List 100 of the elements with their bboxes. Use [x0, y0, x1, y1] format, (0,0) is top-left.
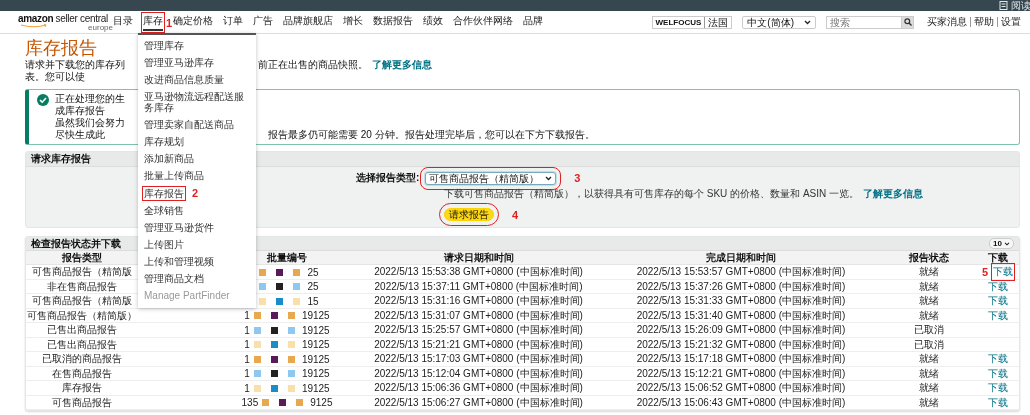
nav-item[interactable]: 数据报告	[373, 13, 413, 29]
alert-text: 正在处理您的生成库存报告	[55, 93, 126, 117]
download-link[interactable]: 下载	[993, 265, 1014, 279]
table-cell-text: 2022/5/13 15:37:26 GMT+0800 (中国标准时间)	[635, 279, 847, 294]
callout-number: 3	[574, 172, 581, 184]
table-cell: 19125	[301, 324, 330, 336]
download-link[interactable]: 下载	[987, 294, 1008, 308]
table-cell-text: 2022/5/13 15:31:33 GMT+0800 (中国标准时间)	[635, 294, 847, 308]
report-type-label: 选择报告类型:	[356, 171, 420, 185]
table-cell-text: 非在售商品报告	[46, 279, 118, 294]
menu-item[interactable]: 管理亚马逊货件	[144, 222, 214, 233]
table-cell-text: 已取消的商品报告	[41, 352, 123, 366]
table-cell: 25	[307, 281, 319, 292]
nav-item[interactable]: 品牌旗舰店	[283, 13, 333, 29]
table-cell: 15	[307, 295, 319, 307]
menu-item[interactable]: 上传图片	[144, 239, 184, 250]
table-cell-text: 2022/5/13 15:21:32 GMT+0800 (中国标准时间)	[635, 337, 847, 352]
callout-number: 1	[165, 17, 172, 29]
learn-more-link[interactable]: 了解更多信息	[372, 59, 432, 71]
header-link[interactable]: 买家消息	[924, 17, 970, 27]
nav-item[interactable]: 目录	[113, 13, 133, 29]
table-cell-text: 2022/5/13 15:17:18 GMT+0800 (中国标准时间)	[635, 352, 847, 366]
callout-number: 5	[981, 266, 989, 278]
table-cell-text: 已售出商品报告	[46, 337, 118, 352]
table-cell-text: 2022/5/13 15:25:57 GMT+0800 (中国标准时间)	[373, 323, 584, 337]
menu-item[interactable]: 上传和管理视频	[144, 256, 214, 267]
menu-item[interactable]: 改进商品信息质量	[144, 74, 224, 85]
table-cell-text: 就绪	[917, 279, 940, 294]
table-cell: 9125	[310, 397, 333, 408]
nav-item[interactable]: 品牌	[523, 13, 543, 29]
chevron-down-icon	[804, 19, 811, 25]
menu-item[interactable]: 批量上传商品	[144, 170, 204, 181]
menu-item[interactable]: 管理卖家自配送商品	[144, 119, 234, 130]
section-title: 请求库存报告	[31, 152, 91, 166]
table-cell-text: 2022/5/13 15:37:11 GMT+0800 (中国标准时间)	[373, 279, 584, 294]
reader-label[interactable]: 阅读	[1011, 0, 1030, 11]
learn-more-link[interactable]: 了解更多信息	[863, 188, 923, 199]
table-cell-text: 2022/5/13 15:53:38 GMT+0800 (中国标准时间)	[373, 265, 584, 279]
account-switcher[interactable]: WELFOCUS 法国	[651, 15, 733, 29]
column-header: 请求日期和时间	[443, 252, 514, 263]
download-link[interactable]: 下载	[987, 366, 1008, 381]
page-size-select[interactable]: 10	[989, 238, 1014, 249]
alert-text: 虽然我们会努力尽快生成此	[55, 117, 126, 141]
menu-item[interactable]: 管理库存	[144, 40, 184, 51]
column-header: 报告类型	[62, 252, 102, 263]
menu-item[interactable]: 全球销售	[144, 205, 184, 216]
intro-text: 请求并下载您的库存列表。您可以使	[25, 59, 126, 83]
download-link[interactable]: 下载	[987, 352, 1008, 366]
table-cell: 1	[244, 310, 250, 321]
menu-item[interactable]: 亚马逊物流远程配送服务库存	[144, 91, 250, 113]
search-button[interactable]	[902, 15, 914, 29]
table-cell-text: 2022/5/13 15:06:27 GMT+0800 (中国标准时间)	[373, 395, 584, 410]
table-cell-text: 就绪	[917, 265, 940, 279]
nav-item[interactable]: 绩效	[423, 13, 443, 29]
language-select[interactable]: 中文(简体)	[742, 15, 816, 29]
table-cell-text: 2022/5/13 15:21:21 GMT+0800 (中国标准时间)	[373, 337, 584, 352]
table-cell: 19125	[301, 353, 330, 365]
report-description: 下载可售商品报告（精简版），以获得具有可售库存的每个 SKU 的价格、数量和 ASIN 一览。	[444, 188, 859, 199]
table-cell-text: 就绪	[917, 366, 940, 381]
menu-item[interactable]: 管理亚马逊库存	[144, 57, 214, 68]
menu-item[interactable]: 添加新商品	[144, 153, 194, 164]
table-cell: 1	[244, 353, 250, 365]
table-cell: 1	[244, 324, 250, 336]
table-cell-text: 2022/5/13 15:31:07 GMT+0800 (中国标准时间)	[373, 308, 584, 323]
header-link[interactable]: 帮助	[970, 17, 997, 27]
nav-item[interactable]: 订单	[223, 13, 243, 29]
nav-item[interactable]: 库存	[143, 13, 163, 31]
logo-brand[interactable]: amazon	[18, 13, 54, 25]
download-link[interactable]: 下载	[987, 381, 1008, 395]
table-cell: 19125	[301, 368, 330, 379]
search-field[interactable]: 搜索	[826, 15, 902, 29]
download-link[interactable]: 下载	[987, 279, 1008, 294]
table-cell-text: 就绪	[917, 294, 940, 308]
callout-number: 2	[192, 187, 199, 199]
nav-item[interactable]: 增长	[343, 13, 363, 29]
nav-item[interactable]: 确定价格	[173, 13, 213, 29]
table-cell-text: 就绪	[917, 395, 940, 410]
section-title: 检查报告状态并下载	[31, 236, 121, 251]
table-cell-text: 2022/5/13 15:31:40 GMT+0800 (中国标准时间)	[635, 308, 847, 323]
table-cell-text: 库存报告	[61, 381, 103, 395]
header-link[interactable]: 设置	[997, 17, 1024, 27]
chevron-down-icon	[1004, 241, 1010, 246]
menu-item[interactable]: 管理商品文档	[144, 273, 204, 284]
table-cell-text: 在售商品报告	[51, 366, 113, 381]
menu-item[interactable]: 库存规划	[144, 136, 184, 147]
logo-product[interactable]: seller central	[55, 13, 108, 25]
table-cell: 19125	[301, 339, 330, 350]
document-icon[interactable]	[999, 1, 1008, 10]
table-cell: 19125	[301, 310, 330, 321]
table-cell-text: 已售出商品报告	[46, 323, 118, 337]
nav-item[interactable]: 合作伙伴网络	[453, 13, 513, 29]
table-cell: 1	[244, 368, 250, 379]
download-link[interactable]: 下载	[987, 308, 1008, 323]
menu-item[interactable]: 库存报告	[144, 187, 184, 199]
logo-region: europe	[88, 24, 113, 32]
table-cell: 135	[241, 397, 259, 408]
alert-text: 报告最多仍可能需要 20 分钟。报告处理完毕后，您可以在下方下载报告。	[268, 129, 596, 141]
table-cell-text: 就绪	[917, 352, 940, 366]
nav-item[interactable]: 广告	[253, 13, 273, 29]
download-link[interactable]: 下载	[987, 395, 1008, 410]
